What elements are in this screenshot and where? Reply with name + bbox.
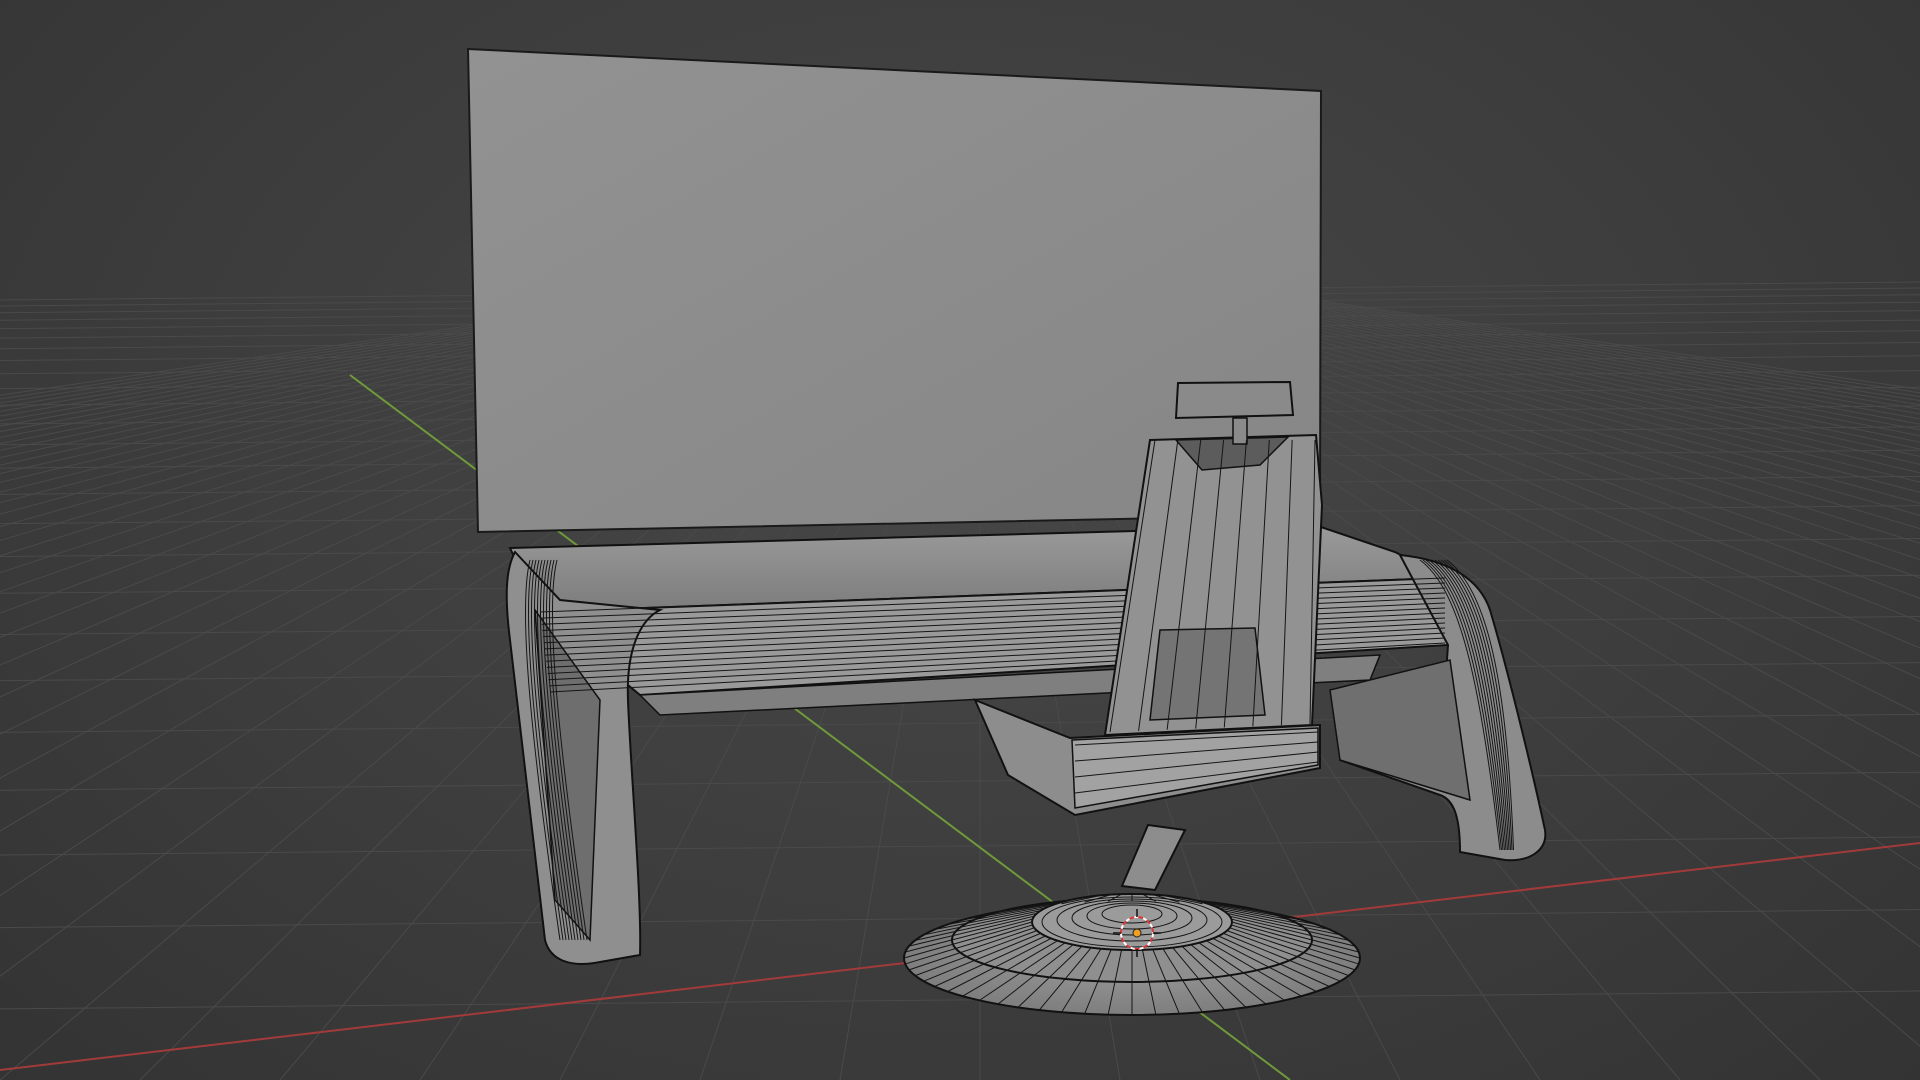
grid-line (0, 713, 1920, 733)
object-origin-icon[interactable] (1132, 928, 1142, 938)
3d-viewport[interactable] (0, 0, 1920, 1080)
viewport-canvas[interactable] (0, 0, 1920, 1080)
grid-line (0, 836, 1920, 856)
chair-base[interactable] (903, 823, 1361, 1016)
grid-line (0, 771, 1920, 791)
